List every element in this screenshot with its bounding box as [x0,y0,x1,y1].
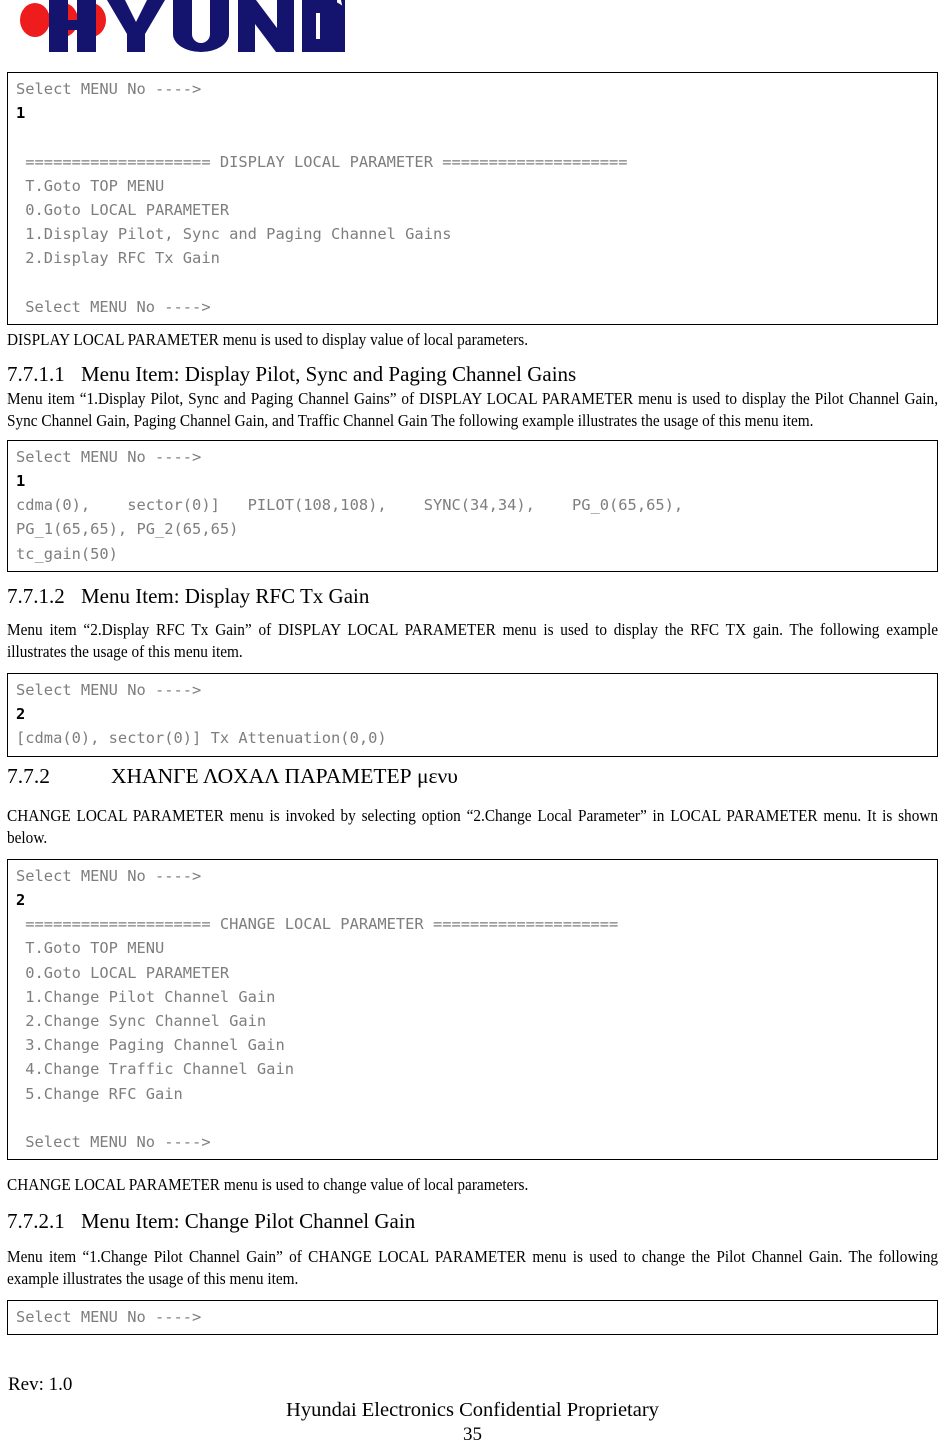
terminal-line: Select MENU No ----> [16,297,211,316]
terminal-line: 5.Change RFC Gain [16,1084,183,1103]
paragraph-display-local-parameter: DISPLAY LOCAL PARAMETER menu is used to … [7,330,529,350]
terminal-line: 2 [16,705,26,724]
terminal-line: 3.Change Paging Channel Gain [16,1036,285,1055]
terminal-line: 1 [16,472,26,491]
terminal-line: [cdma(0), sector(0)] Tx Attenuation(0,0) [16,729,387,748]
terminal-box-display-gains-output: Select MENU No ----> 1 cdma(0), sector(0)]… [7,439,938,572]
terminal-line: Select MENU No ----> [16,681,202,700]
terminal-line: ==================== DISPLAY LOCAL PARAM… [16,152,628,171]
heading-number: 7.7.2.1 [7,1208,65,1233]
terminal-line: T.Goto TOP MENU [16,939,165,958]
terminal-line [8,271,937,295]
hyundai-logo-icon [20,0,345,52]
page-footer: Rev: 1.0 Hyundai Electronics Confidentia… [0,1373,945,1446]
heading-number: 7.7.2 [7,763,50,788]
terminal-line: 1.Change Pilot Channel Gain [16,987,276,1006]
terminal-box-change-local-parameter: Select MENU No ----> 2 ==================… [7,858,938,1161]
terminal-box-display-local-parameter: Select MENU No ----> 1 ==================… [7,72,938,326]
paragraph-menu-item-display-rfc: Menu item “2.Display RFC Tx Gain” of DIS… [7,619,939,662]
terminal-line [8,125,937,149]
heading-7-7-2: 7.7.2 ΧΗΑΝΓΕ ΛΟΧΑΛ ΠΑΡΑΜΕΤΕΡ μενυ [7,761,938,791]
terminal-line: T.Goto TOP MENU [16,176,165,195]
paragraph-menu-item-change-pilot: Menu item “1.Change Pilot Channel Gain” … [7,1246,939,1289]
revision-label: Rev: 1.0 [8,1374,73,1395]
terminal-line: cdma(0), sector(0)] PILOT(108,108), SYNC… [16,496,684,515]
terminal-line: Select MENU No ----> [16,80,202,98]
terminal-line [8,1106,937,1130]
terminal-line: Select MENU No ----> [16,1133,211,1152]
heading-7-7-1-1: 7.7.1.1 Menu Item: Display Pilot, Sync an… [7,361,938,388]
heading-number: 7.7.1.2 [7,583,65,608]
heading-7-7-2-1: 7.7.2.1 Menu Item: Change Pilot Channel G… [7,1208,938,1235]
paragraph-change-local-parameter-intro: CHANGE LOCAL PARAMETER menu is invoked b… [7,805,939,848]
paragraph-change-local-parameter: CHANGE LOCAL PARAMETER menu is used to c… [7,1175,529,1195]
heading-title: Menu Item: Change Pilot Channel Gain [81,1208,416,1233]
terminal-line: 1.Display Pilot, Sync and Paging Channel… [16,225,452,244]
terminal-line: 0.Goto LOCAL PARAMETER [16,963,230,982]
terminal-line: tc_gain(50) [16,544,118,563]
terminal-box-change-pilot-prompt: Select MENU No ----> [7,1300,938,1336]
terminal-line: 4.Change Traffic Channel Gain [16,1060,294,1079]
page-number: 35 [463,1424,482,1445]
terminal-box-rfc-tx-gain-output: Select MENU No ----> 2 [cdma(0), sector(0)… [7,673,938,757]
heading-7-7-1-2: 7.7.1.2 Menu Item: Display RFC Tx Gain [7,583,938,610]
terminal-line: Select MENU No ----> [16,866,202,885]
heading-title: ΧΗΑΝΓΕ ΛΟΧΑΛ ΠΑΡΑΜΕΤΕΡ μενυ [111,763,458,788]
terminal-line: ==================== CHANGE LOCAL PARAME… [16,915,619,934]
terminal-line: 0.Goto LOCAL PARAMETER [16,201,230,220]
terminal-line: PG_1(65,65), PG_2(65,65) [16,520,239,539]
heading-number: 7.7.1.1 [7,361,65,386]
terminal-line: 2.Display RFC Tx Gain [16,249,220,268]
paragraph-menu-item-display-gains: Menu item “1.Display Pilot, Sync and Pag… [7,388,939,431]
heading-title: Menu Item: Display RFC Tx Gain [81,583,370,608]
heading-title: Menu Item: Display Pilot, Sync and Pagin… [81,361,577,386]
hyundai-logo [15,0,938,72]
confidentiality-notice: Hyundai Electronics Confidential Proprie… [286,1399,659,1421]
terminal-line: 1 [16,104,26,123]
hyundai-wordmark [15,0,345,52]
document-page: Select MENU No ----> 1 ==================… [0,0,945,1452]
terminal-line: Select MENU No ----> [16,1308,202,1327]
terminal-line: Select MENU No ----> [16,447,202,466]
terminal-line: 2.Change Sync Channel Gain [16,1012,267,1031]
terminal-line: 2 [16,891,26,910]
